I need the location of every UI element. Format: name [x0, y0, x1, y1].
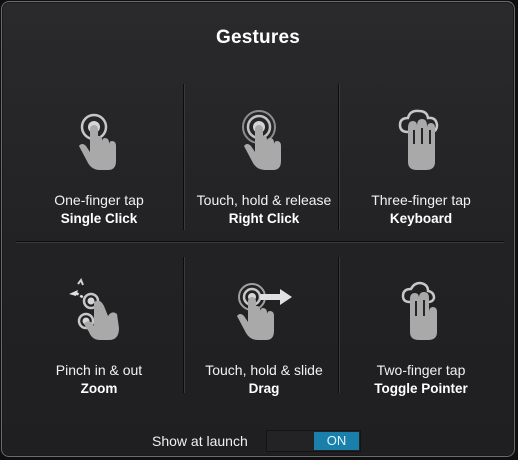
touch-hold-slide-icon	[183, 276, 345, 344]
gesture-action-label: Touch, hold & slide	[205, 362, 323, 378]
gesture-result-label: Keyboard	[389, 211, 453, 226]
touch-hold-release-icon	[183, 106, 345, 174]
gesture-result-label: Single Click	[60, 211, 138, 226]
gesture-touch-hold-slide: Touch, hold & slide Drag	[183, 252, 345, 402]
show-at-launch-row: Show at launch ON	[2, 429, 514, 453]
three-finger-tap-icon	[340, 106, 502, 174]
gesture-three-finger-tap: Three-finger tap Keyboard	[340, 82, 502, 232]
two-finger-tap-icon	[340, 276, 502, 344]
gesture-action-label: Touch, hold & release	[196, 192, 332, 208]
gesture-touch-hold-release: Touch, hold & release Right Click	[183, 82, 345, 232]
toggle-on-state[interactable]: ON	[314, 432, 359, 450]
show-at-launch-toggle[interactable]: ON	[266, 430, 361, 452]
show-at-launch-label: Show at launch	[152, 433, 248, 449]
gesture-grid: One-finger tap Single Click Touch, hold …	[16, 82, 504, 398]
gesture-pinch: Pinch in & out Zoom	[18, 252, 180, 402]
gesture-result-label: Toggle Pointer	[374, 381, 468, 396]
dialog-title: Gestures	[216, 27, 300, 48]
gesture-action-label: One-finger tap	[54, 192, 144, 208]
gesture-two-finger-tap: Two-finger tap Toggle Pointer	[340, 252, 502, 402]
gesture-result-label: Zoom	[80, 381, 118, 396]
gesture-result-label: Right Click	[228, 211, 300, 226]
gesture-action-label: Two-finger tap	[376, 362, 466, 378]
gesture-one-finger-tap: One-finger tap Single Click	[18, 82, 180, 232]
gestures-dialog: Gestures One-finger tap Single Click Tou…	[1, 1, 515, 457]
gesture-action-label: Pinch in & out	[55, 362, 143, 378]
pinch-icon	[18, 276, 180, 344]
gesture-result-label: Drag	[248, 381, 280, 396]
gesture-action-label: Three-finger tap	[371, 192, 471, 208]
row-divider	[16, 241, 504, 242]
one-finger-tap-icon	[18, 106, 180, 174]
